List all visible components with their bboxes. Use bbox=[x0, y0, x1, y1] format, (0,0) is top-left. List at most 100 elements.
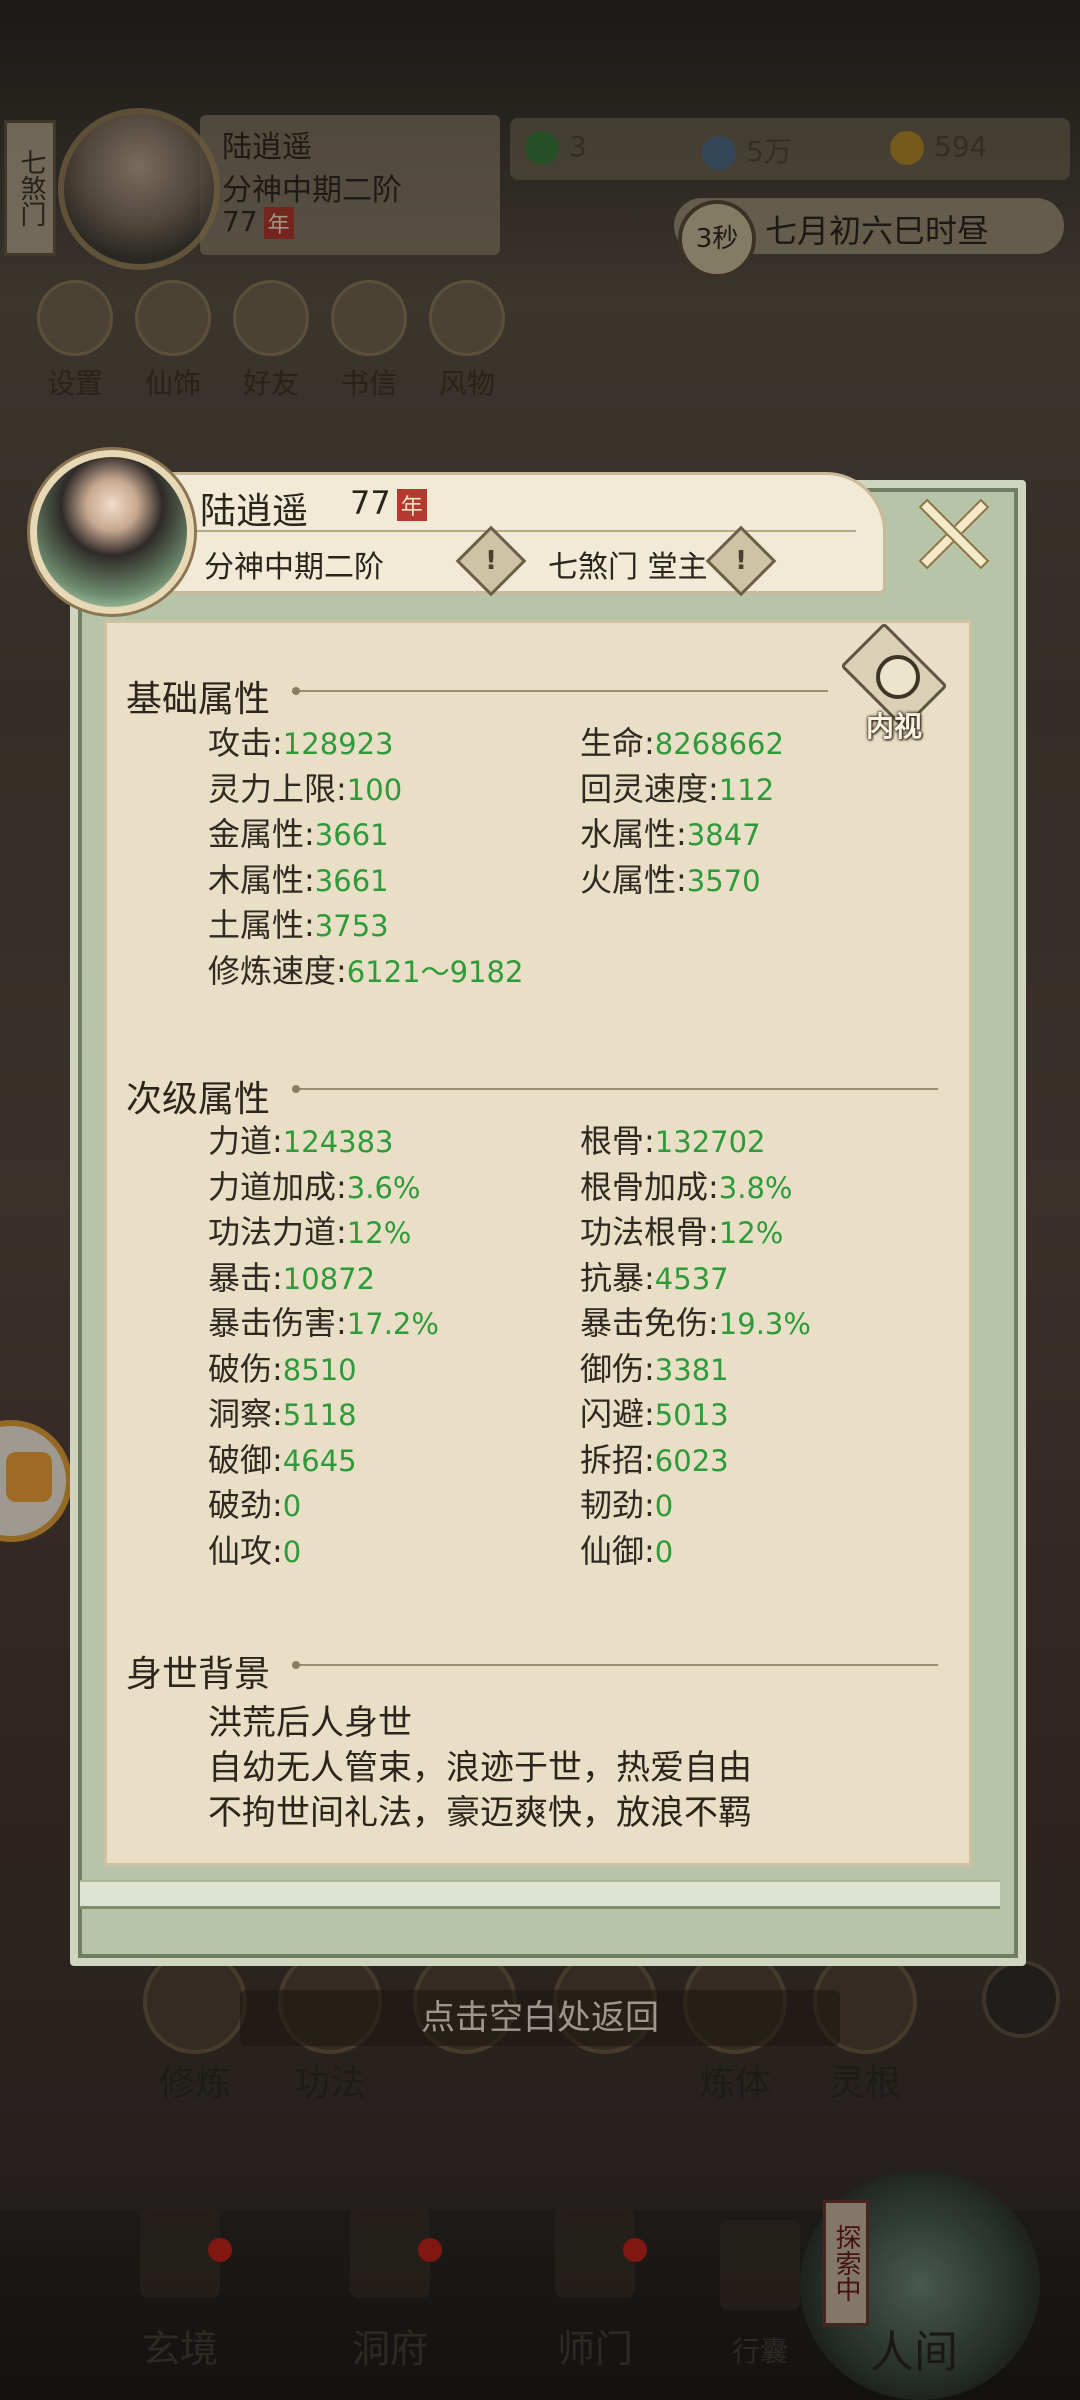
background-line: 不拘世间礼法，豪迈爽快，放浪不羁 bbox=[208, 1793, 752, 1833]
attribute-value: 6023 bbox=[654, 1443, 729, 1478]
attribute-item: 水属性:3847 bbox=[580, 815, 761, 853]
attribute-label: 根骨 bbox=[580, 1122, 645, 1160]
attribute-item: 金属性:3661 bbox=[208, 815, 389, 853]
attribute-scroll[interactable]: 基础属性 攻击:128923 生命:8268662 灵力上限:100 回灵速度:112… bbox=[104, 620, 966, 1860]
attribute-label: 金属性 bbox=[208, 815, 305, 853]
attribute-label: 根骨加成 bbox=[580, 1167, 709, 1206]
attribute-item: 韧劲:0 bbox=[580, 1486, 674, 1524]
attribute-label: 暴击 bbox=[208, 1258, 273, 1297]
attribute-value: 3.6% bbox=[346, 1170, 421, 1205]
attribute-item: 御伤:3381 bbox=[580, 1349, 729, 1388]
attribute-item: 闪避:5013 bbox=[580, 1395, 729, 1433]
attribute-item: 拆招:6023 bbox=[580, 1440, 729, 1479]
attribute-item: 破御:4645 bbox=[208, 1440, 357, 1479]
attribute-label: 水属性 bbox=[580, 815, 677, 853]
attribute-value: 3753 bbox=[314, 909, 389, 943]
attribute-label: 闪避 bbox=[580, 1395, 645, 1433]
attribute-item: 暴击伤害:17.2% bbox=[208, 1304, 439, 1342]
attribute-value: 0 bbox=[654, 1489, 674, 1523]
attribute-item: 生命:8268662 bbox=[580, 724, 784, 762]
attribute-value: 128923 bbox=[282, 727, 394, 761]
attribute-value: 112 bbox=[718, 772, 775, 807]
attribute-label: 攻击 bbox=[208, 724, 273, 762]
attribute-label: 御伤 bbox=[580, 1349, 645, 1388]
attribute-value: 8268662 bbox=[654, 727, 784, 761]
attribute-item: 仙攻:0 bbox=[208, 1531, 302, 1570]
attribute-label: 破御 bbox=[208, 1440, 273, 1479]
attribute-item: 暴击免伤:19.3% bbox=[580, 1304, 811, 1342]
attribute-value: 0 bbox=[654, 1534, 674, 1569]
character-name: 陆逍遥 bbox=[200, 491, 309, 532]
background-line: 自幼无人管束，浪迹于世，热爱自由 bbox=[208, 1748, 752, 1788]
basic-attributes-title: 基础属性 bbox=[126, 679, 271, 720]
attribute-item: 根骨:132702 bbox=[580, 1122, 766, 1160]
attribute-label: 灵力上限 bbox=[208, 769, 337, 808]
attribute-value: 0 bbox=[282, 1489, 302, 1523]
attribute-label: 暴击伤害 bbox=[208, 1304, 337, 1342]
attribute-value: 132702 bbox=[654, 1125, 766, 1159]
attribute-value: 8510 bbox=[282, 1352, 357, 1387]
attribute-item: 破劲:0 bbox=[208, 1486, 302, 1524]
attribute-value: 3661 bbox=[314, 863, 389, 898]
attribute-value: 5013 bbox=[654, 1398, 729, 1432]
attribute-label: 力道 bbox=[208, 1122, 273, 1160]
attribute-item: 破伤:8510 bbox=[208, 1349, 357, 1388]
attribute-label: 破伤 bbox=[208, 1349, 273, 1388]
attribute-value: 100 bbox=[346, 772, 403, 807]
character-realm: 分神中期二阶 bbox=[204, 550, 384, 585]
attribute-label: 韧劲 bbox=[580, 1486, 645, 1524]
attribute-value: 0 bbox=[282, 1534, 302, 1569]
attribute-value: 17.2% bbox=[346, 1307, 439, 1341]
section-divider bbox=[292, 1661, 938, 1669]
character-sect: 七煞门 堂主 bbox=[548, 550, 708, 585]
attribute-value: 4537 bbox=[654, 1261, 729, 1296]
attribute-value: 10872 bbox=[282, 1261, 376, 1296]
panel-scroll-rod bbox=[80, 1880, 1000, 1909]
attribute-label: 火属性 bbox=[580, 860, 677, 899]
attribute-item: 功法力道:12% bbox=[208, 1213, 412, 1251]
attribute-value: 3381 bbox=[654, 1352, 729, 1387]
section-divider bbox=[292, 687, 828, 695]
attribute-label: 功法力道 bbox=[208, 1213, 337, 1251]
attribute-value: 5118 bbox=[282, 1398, 357, 1432]
inner-view-button[interactable]: 内视 bbox=[840, 622, 948, 743]
attribute-label: 破劲 bbox=[208, 1486, 273, 1524]
attribute-item: 回灵速度:112 bbox=[580, 769, 775, 808]
attribute-item: 火属性:3570 bbox=[580, 860, 761, 899]
attribute-label: 修炼速度 bbox=[208, 951, 337, 990]
attribute-value: 4645 bbox=[282, 1443, 357, 1478]
attribute-item: 修炼速度:6121～9182 bbox=[208, 951, 524, 990]
secondary-attributes-title: 次级属性 bbox=[126, 1079, 271, 1120]
attribute-value: 3847 bbox=[686, 818, 761, 852]
attribute-label: 暴击免伤 bbox=[580, 1304, 709, 1342]
attribute-value: 12% bbox=[718, 1216, 784, 1250]
attribute-label: 功法根骨 bbox=[580, 1213, 709, 1251]
attribute-label: 土属性 bbox=[208, 906, 305, 944]
close-button[interactable] bbox=[910, 490, 992, 572]
attribute-item: 洞察:5118 bbox=[208, 1395, 357, 1433]
attribute-item: 功法根骨:12% bbox=[580, 1213, 784, 1251]
attribute-item: 灵力上限:100 bbox=[208, 769, 403, 808]
character-age: 77 年 bbox=[350, 484, 427, 522]
attribute-label: 木属性 bbox=[208, 860, 305, 899]
attribute-item: 抗暴:4537 bbox=[580, 1258, 729, 1297]
attribute-item: 土属性:3753 bbox=[208, 906, 389, 944]
attribute-label: 仙攻 bbox=[208, 1531, 273, 1570]
attribute-item: 暴击:10872 bbox=[208, 1258, 376, 1297]
attribute-item: 攻击:128923 bbox=[208, 724, 394, 762]
attribute-item: 力道:124383 bbox=[208, 1122, 394, 1160]
attribute-label: 抗暴 bbox=[580, 1258, 645, 1297]
attribute-item: 根骨加成:3.8% bbox=[580, 1167, 793, 1206]
background-title: 身世背景 bbox=[126, 1654, 271, 1695]
attribute-item: 木属性:3661 bbox=[208, 860, 389, 899]
section-divider bbox=[292, 1085, 938, 1093]
background-line: 洪荒后人身世 bbox=[208, 1703, 412, 1743]
attribute-value: 6121～9182 bbox=[346, 954, 524, 989]
attribute-item: 力道加成:3.6% bbox=[208, 1167, 421, 1206]
attribute-value: 3.8% bbox=[718, 1170, 793, 1205]
attribute-label: 仙御 bbox=[580, 1531, 645, 1570]
attribute-item: 仙御:0 bbox=[580, 1531, 674, 1570]
attribute-value: 19.3% bbox=[718, 1307, 811, 1341]
attribute-label: 洞察 bbox=[208, 1395, 273, 1433]
attribute-value: 3661 bbox=[314, 818, 389, 852]
